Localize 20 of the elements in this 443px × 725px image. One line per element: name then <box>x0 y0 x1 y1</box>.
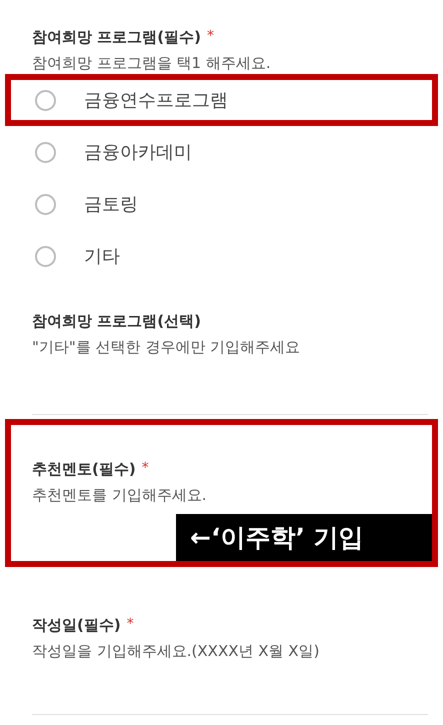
required-mark: * <box>126 615 134 634</box>
option-label: 금융아카데미 <box>84 141 192 164</box>
option-label: 금토링 <box>84 193 138 216</box>
question-description: 추천멘토를 기입해주세요. <box>32 485 208 506</box>
radio-button[interactable] <box>35 194 56 214</box>
radio-button[interactable] <box>35 246 56 266</box>
question-title: 추천멘토(필수) <box>32 459 136 480</box>
question-description: 참여희망 프로그램을 택1 해주세요. <box>32 53 272 74</box>
question-title: 참여희망 프로그램(필수) <box>32 27 201 48</box>
question-description: 작성일을 기입해주세요.(XXXX년 X월 X일) <box>32 641 320 662</box>
required-mark: * <box>206 27 214 46</box>
annotation-label: ←‘이주학’ 기입 <box>176 514 432 561</box>
radio-button[interactable] <box>35 90 56 110</box>
option-label: 기타 <box>84 245 120 268</box>
radio-button[interactable] <box>35 142 56 162</box>
question-description: "기타"를 선택한 경우에만 기입해주세요 <box>32 337 302 358</box>
required-mark: * <box>142 459 149 478</box>
question-title: 작성일(필수) <box>32 615 121 636</box>
question-title: 참여희망 프로그램(선택) <box>32 311 201 332</box>
option-label: 금융연수프로그램 <box>84 89 228 112</box>
